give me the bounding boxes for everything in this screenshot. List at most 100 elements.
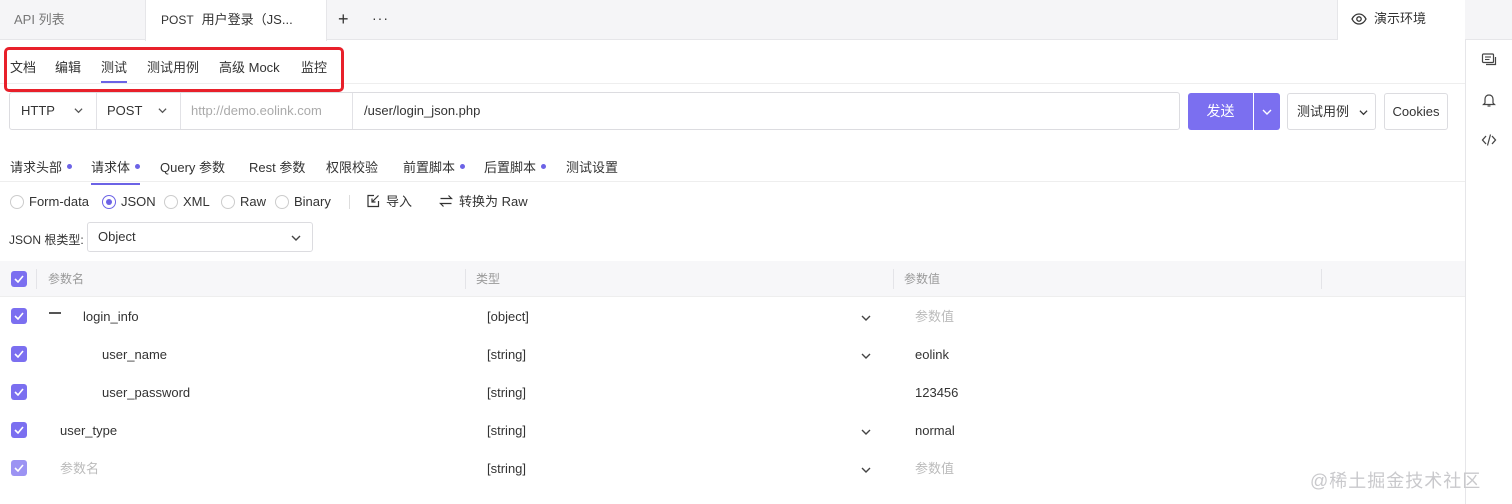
param-type[interactable]: [string] <box>487 423 526 439</box>
status-dot <box>67 164 73 169</box>
radio-raw[interactable] <box>221 195 235 209</box>
table-row: login_info [object] 参数值 <box>0 298 1465 336</box>
column-divider <box>893 269 894 289</box>
column-divider <box>36 269 37 289</box>
comment-icon[interactable] <box>1481 52 1497 68</box>
tab-test-settings[interactable]: 测试设置 <box>566 157 618 176</box>
bell-icon[interactable] <box>1481 92 1497 108</box>
test-case-label: 测试用例 <box>1297 104 1350 119</box>
table-row: user_name [string] eolink <box>0 336 1465 374</box>
column-divider <box>465 269 466 289</box>
row-checkbox[interactable] <box>11 308 27 324</box>
tab-rest-params[interactable]: Rest 参数 <box>249 157 305 176</box>
code-icon[interactable] <box>1481 132 1497 148</box>
send-options-button[interactable] <box>1254 93 1280 130</box>
radio-json[interactable] <box>102 195 116 209</box>
check-icon <box>14 275 24 283</box>
tab-post-script[interactable]: 后置脚本 <box>484 157 547 176</box>
send-button[interactable]: 发送 <box>1188 93 1253 130</box>
more-tabs-button[interactable]: ··· <box>372 0 389 36</box>
tab-label: 权限校验 <box>326 160 379 175</box>
param-type[interactable]: [object] <box>487 309 529 325</box>
tab-label: Query 参数 <box>160 160 226 175</box>
param-value-input[interactable]: 参数值 <box>915 461 954 477</box>
table-row: 参数名 [string] 参数值 <box>0 450 1465 488</box>
convert-to-raw-button[interactable]: 转换为 Raw <box>439 194 528 210</box>
param-value[interactable]: 123456 <box>915 385 958 401</box>
radio-form-data[interactable] <box>10 195 24 209</box>
chevron-down-icon[interactable] <box>861 351 871 361</box>
import-button[interactable]: 导入 <box>366 194 412 210</box>
select-all-checkbox[interactable] <box>11 271 27 287</box>
tab-pre-script[interactable]: 前置脚本 <box>403 157 466 176</box>
tab-user-login[interactable]: POST 用户登录（JS... <box>145 0 327 41</box>
tab-title: 用户登录（JS... <box>201 12 293 27</box>
watermark: @稀土掘金技术社区 <box>1310 471 1482 491</box>
column-divider <box>1321 269 1322 289</box>
collapse-icon[interactable] <box>49 312 61 314</box>
convert-label: 转换为 Raw <box>459 194 528 209</box>
highlight-box <box>4 47 344 92</box>
tab-label: 测试设置 <box>566 160 619 175</box>
tab-label: 请求体 <box>91 160 131 175</box>
host-input[interactable]: http://demo.eolink.com <box>191 93 322 129</box>
request-tabs: 请求头部 请求体 Query 参数 Rest 参数 权限校验 前置脚本 后置脚本… <box>0 146 1465 185</box>
radio-binary[interactable] <box>275 195 289 209</box>
row-checkbox[interactable] <box>11 384 27 400</box>
tab-label: 请求头部 <box>10 160 63 175</box>
tab-label: 后置脚本 <box>484 160 537 175</box>
param-type[interactable]: [string] <box>487 461 526 477</box>
tab-label: 前置脚本 <box>403 160 456 175</box>
column-header-type: 类型 <box>476 272 501 286</box>
tab-auth[interactable]: 权限校验 <box>326 157 378 176</box>
check-icon <box>14 350 24 358</box>
add-tab-button[interactable]: + <box>338 0 349 38</box>
param-type[interactable]: [string] <box>487 347 526 363</box>
tab-request-headers[interactable]: 请求头部 <box>10 157 73 176</box>
params-table-header: 参数名 类型 参数值 <box>0 261 1465 297</box>
convert-icon <box>439 195 453 207</box>
param-value[interactable]: eolink <box>915 347 949 363</box>
status-dot <box>541 164 547 169</box>
chevron-down-icon[interactable] <box>861 427 871 437</box>
table-row: user_type [string] normal <box>0 412 1465 450</box>
column-header-name: 参数名 <box>48 272 85 286</box>
check-icon <box>14 312 24 320</box>
tab-query-params[interactable]: Query 参数 <box>160 157 225 176</box>
method-select[interactable]: POST <box>107 93 142 129</box>
param-name[interactable]: user_name <box>102 347 167 363</box>
import-label: 导入 <box>386 194 413 209</box>
protocol-select[interactable]: HTTP <box>21 93 55 129</box>
test-case-button[interactable]: 测试用例 <box>1287 93 1376 130</box>
param-value[interactable]: normal <box>915 423 955 439</box>
chevron-down-icon <box>1262 109 1272 115</box>
param-name[interactable]: user_password <box>102 385 190 401</box>
tab-api-list[interactable]: API 列表 <box>14 0 65 40</box>
json-root-select[interactable]: Object <box>87 222 313 252</box>
row-checkbox[interactable] <box>11 346 27 362</box>
chevron-down-icon <box>291 235 301 241</box>
chevron-down-icon[interactable] <box>861 313 871 323</box>
json-root-label: JSON 根类型: <box>9 233 84 247</box>
param-name[interactable]: login_info <box>83 309 139 325</box>
tab-request-body[interactable]: 请求体 <box>91 157 141 185</box>
param-type[interactable]: [string] <box>487 385 526 401</box>
tab-label: Rest 参数 <box>249 160 306 175</box>
right-sidebar <box>1465 40 1512 504</box>
chevron-down-icon <box>74 108 83 114</box>
row-checkbox[interactable] <box>11 460 27 476</box>
row-checkbox[interactable] <box>11 422 27 438</box>
chevron-down-icon <box>1359 110 1368 116</box>
divider <box>96 93 97 129</box>
status-dot <box>460 164 466 169</box>
environment-selector[interactable]: 演示环境 <box>1337 0 1465 40</box>
import-icon <box>367 194 380 208</box>
cookies-button[interactable]: Cookies <box>1384 93 1448 130</box>
eye-icon <box>1351 13 1367 25</box>
radio-xml[interactable] <box>164 195 178 209</box>
param-name-input[interactable]: 参数名 <box>60 461 99 477</box>
path-input[interactable]: /user/login_json.php <box>364 93 480 129</box>
chevron-down-icon[interactable] <box>861 465 871 475</box>
param-value[interactable]: 参数值 <box>915 309 954 325</box>
param-name[interactable]: user_type <box>60 423 117 439</box>
